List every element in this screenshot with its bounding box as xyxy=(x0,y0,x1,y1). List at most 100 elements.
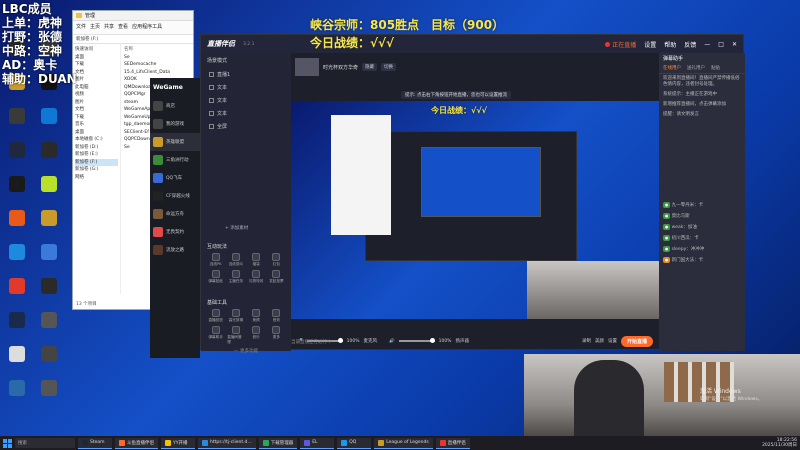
taskbar-app[interactable]: 斗鱼直播伴侣 xyxy=(115,437,158,449)
ribbon-tab[interactable]: 主页 xyxy=(90,23,100,32)
nav-item-selected[interactable]: 新加卷 (F:) xyxy=(75,158,118,166)
nav-item[interactable]: 桌面 xyxy=(75,54,118,62)
chat-tab[interactable]: 在线用户 xyxy=(663,65,681,71)
tool-button[interactable]: 美颜 xyxy=(248,309,265,323)
nav-item[interactable]: 快速访问 xyxy=(75,46,118,54)
wegame-item[interactable]: 三角洲行动 xyxy=(150,151,200,169)
desktop-icon[interactable] xyxy=(2,108,32,138)
maximize-icon[interactable]: □ xyxy=(718,41,724,48)
desktop-icon[interactable] xyxy=(34,346,64,376)
tool-button[interactable]: 发起投票 xyxy=(268,270,285,284)
tool-button[interactable]: 连线PK xyxy=(207,253,224,267)
tool-button[interactable]: 弹幕贴纸 xyxy=(207,270,224,284)
taskbar-app[interactable]: 下载管理器 xyxy=(258,437,298,449)
wegame-item[interactable]: 命运方舟 xyxy=(150,205,200,223)
ribbon-tab[interactable]: 应用程序工具 xyxy=(132,23,162,32)
tool-button[interactable]: 更多 xyxy=(268,326,285,345)
wegame-item[interactable]: 英雄联盟 xyxy=(150,133,200,151)
source-hide-button[interactable]: 隐藏 xyxy=(362,63,378,71)
chat-tab[interactable]: 送礼用户 xyxy=(687,65,705,71)
header-feedback-button[interactable]: 反馈 xyxy=(684,40,696,49)
file-item[interactable]: Se xyxy=(124,54,190,62)
checkbox-icon[interactable] xyxy=(209,111,214,116)
taskbar-app[interactable]: League of Legends xyxy=(374,437,433,449)
checkbox-icon[interactable] xyxy=(209,85,214,90)
scene-item[interactable]: 文本 xyxy=(201,107,291,120)
source-thumbnail[interactable] xyxy=(295,58,319,76)
tool-button[interactable]: 高光剪辑 xyxy=(227,309,244,323)
taskbar-app[interactable]: 直播伴侣 xyxy=(435,437,470,449)
scene-item[interactable]: 全屏 xyxy=(201,120,291,133)
nav-item[interactable]: 本地磁盘 (C:) xyxy=(75,136,118,144)
nav-item[interactable]: 新加卷 (G:) xyxy=(75,166,118,174)
address-bar[interactable]: 新加卷 (F:) xyxy=(73,35,193,44)
go-live-button[interactable]: 开始直播 xyxy=(620,335,653,347)
nav-item[interactable]: 网络 xyxy=(75,174,118,182)
nav-item[interactable]: 文档 xyxy=(75,106,118,114)
wegame-item[interactable]: 流放之路 xyxy=(150,241,200,259)
desktop-icon[interactable] xyxy=(2,346,32,376)
desktop-icon[interactable] xyxy=(34,312,64,342)
wegame-item[interactable]: 无畏契约 xyxy=(150,223,200,241)
taskbar-app[interactable]: EL xyxy=(300,437,335,449)
desktop-icon[interactable] xyxy=(34,380,64,410)
ribbon-tab[interactable]: 共享 xyxy=(104,23,114,32)
tool-button[interactable]: 红包 xyxy=(268,253,285,267)
minimize-icon[interactable]: — xyxy=(704,41,710,48)
checkbox-icon[interactable] xyxy=(209,72,214,77)
nav-item[interactable]: 图片 xyxy=(75,99,118,107)
windows-start-icon[interactable] xyxy=(3,438,12,448)
nav-item[interactable]: 文档 xyxy=(75,69,118,77)
nav-item[interactable]: 桌面 xyxy=(75,129,118,137)
speaker-icon[interactable]: 🔊 xyxy=(389,339,395,344)
wegame-item[interactable]: QQ飞车 xyxy=(150,169,200,187)
system-clock[interactable]: 18:22:56 2025/11/30周日 xyxy=(762,438,797,449)
desktop-icon[interactable] xyxy=(34,108,64,138)
header-settings-button[interactable]: 设置 xyxy=(644,40,656,49)
scene-item[interactable]: 文本 xyxy=(201,94,291,107)
nav-item[interactable]: 音乐 xyxy=(75,121,118,129)
desktop-icon[interactable] xyxy=(2,210,32,240)
file-item[interactable]: 15.4_LifsClient_Data xyxy=(124,69,190,77)
file-list-header[interactable]: 名称 xyxy=(124,46,190,54)
desktop-icon[interactable] xyxy=(34,210,64,240)
tool-button[interactable]: 音效 xyxy=(268,309,285,323)
nav-item[interactable]: 新加卷 (E:) xyxy=(75,151,118,159)
taskbar-app[interactable]: Steam xyxy=(78,437,112,449)
tool-button[interactable]: 礼物特效 xyxy=(248,270,265,284)
add-source-button[interactable]: + 添加素材 xyxy=(225,225,248,231)
tool-button[interactable]: 直播回放 xyxy=(207,309,224,323)
close-icon[interactable]: ✕ xyxy=(732,41,737,48)
ribbon-tab[interactable]: 文件 xyxy=(76,23,86,32)
stream-preview[interactable]: 今日战绩：√√√ xyxy=(291,101,659,319)
desktop-icon[interactable] xyxy=(34,244,64,274)
chat-tab[interactable]: 贴贴 xyxy=(711,65,720,71)
tool-button[interactable]: 连线观众 xyxy=(227,253,244,267)
checkbox-icon[interactable] xyxy=(209,98,214,103)
checkbox-icon[interactable] xyxy=(209,124,214,129)
tool-button[interactable]: 音乐 xyxy=(248,326,265,345)
taskbar-search[interactable]: 搜索 xyxy=(15,438,75,448)
tool-button[interactable]: 主播任务 xyxy=(227,270,244,284)
desktop-icon[interactable] xyxy=(2,176,32,206)
scene-item[interactable]: 文本 xyxy=(201,81,291,94)
header-help-button[interactable]: 帮助 xyxy=(664,40,676,49)
desktop-icon[interactable] xyxy=(34,142,64,172)
desktop-icon[interactable] xyxy=(2,312,32,342)
beauty-button[interactable]: 美颜 xyxy=(595,338,604,344)
desktop-icon[interactable] xyxy=(34,176,64,206)
tool-button[interactable]: 福袋 xyxy=(248,253,265,267)
ribbon-tab[interactable]: 查看 xyxy=(118,23,128,32)
taskbar-app[interactable]: QQ xyxy=(337,437,372,449)
nav-item[interactable]: 视频 xyxy=(75,91,118,99)
desktop-icon[interactable] xyxy=(2,142,32,172)
more-tools-link[interactable]: — 更多功能 xyxy=(207,348,285,354)
explorer-titlebar[interactable]: 管理 xyxy=(73,11,193,21)
scene-item[interactable]: 直播1 xyxy=(201,68,291,81)
desktop-icon[interactable] xyxy=(2,278,32,308)
wegame-item[interactable]: 商店 xyxy=(150,97,200,115)
speaker-volume-slider[interactable] xyxy=(398,338,435,343)
settings-button[interactable]: 设置 xyxy=(608,338,617,344)
desktop-icon[interactable] xyxy=(34,278,64,308)
file-item[interactable]: SEDemocache xyxy=(124,61,190,69)
